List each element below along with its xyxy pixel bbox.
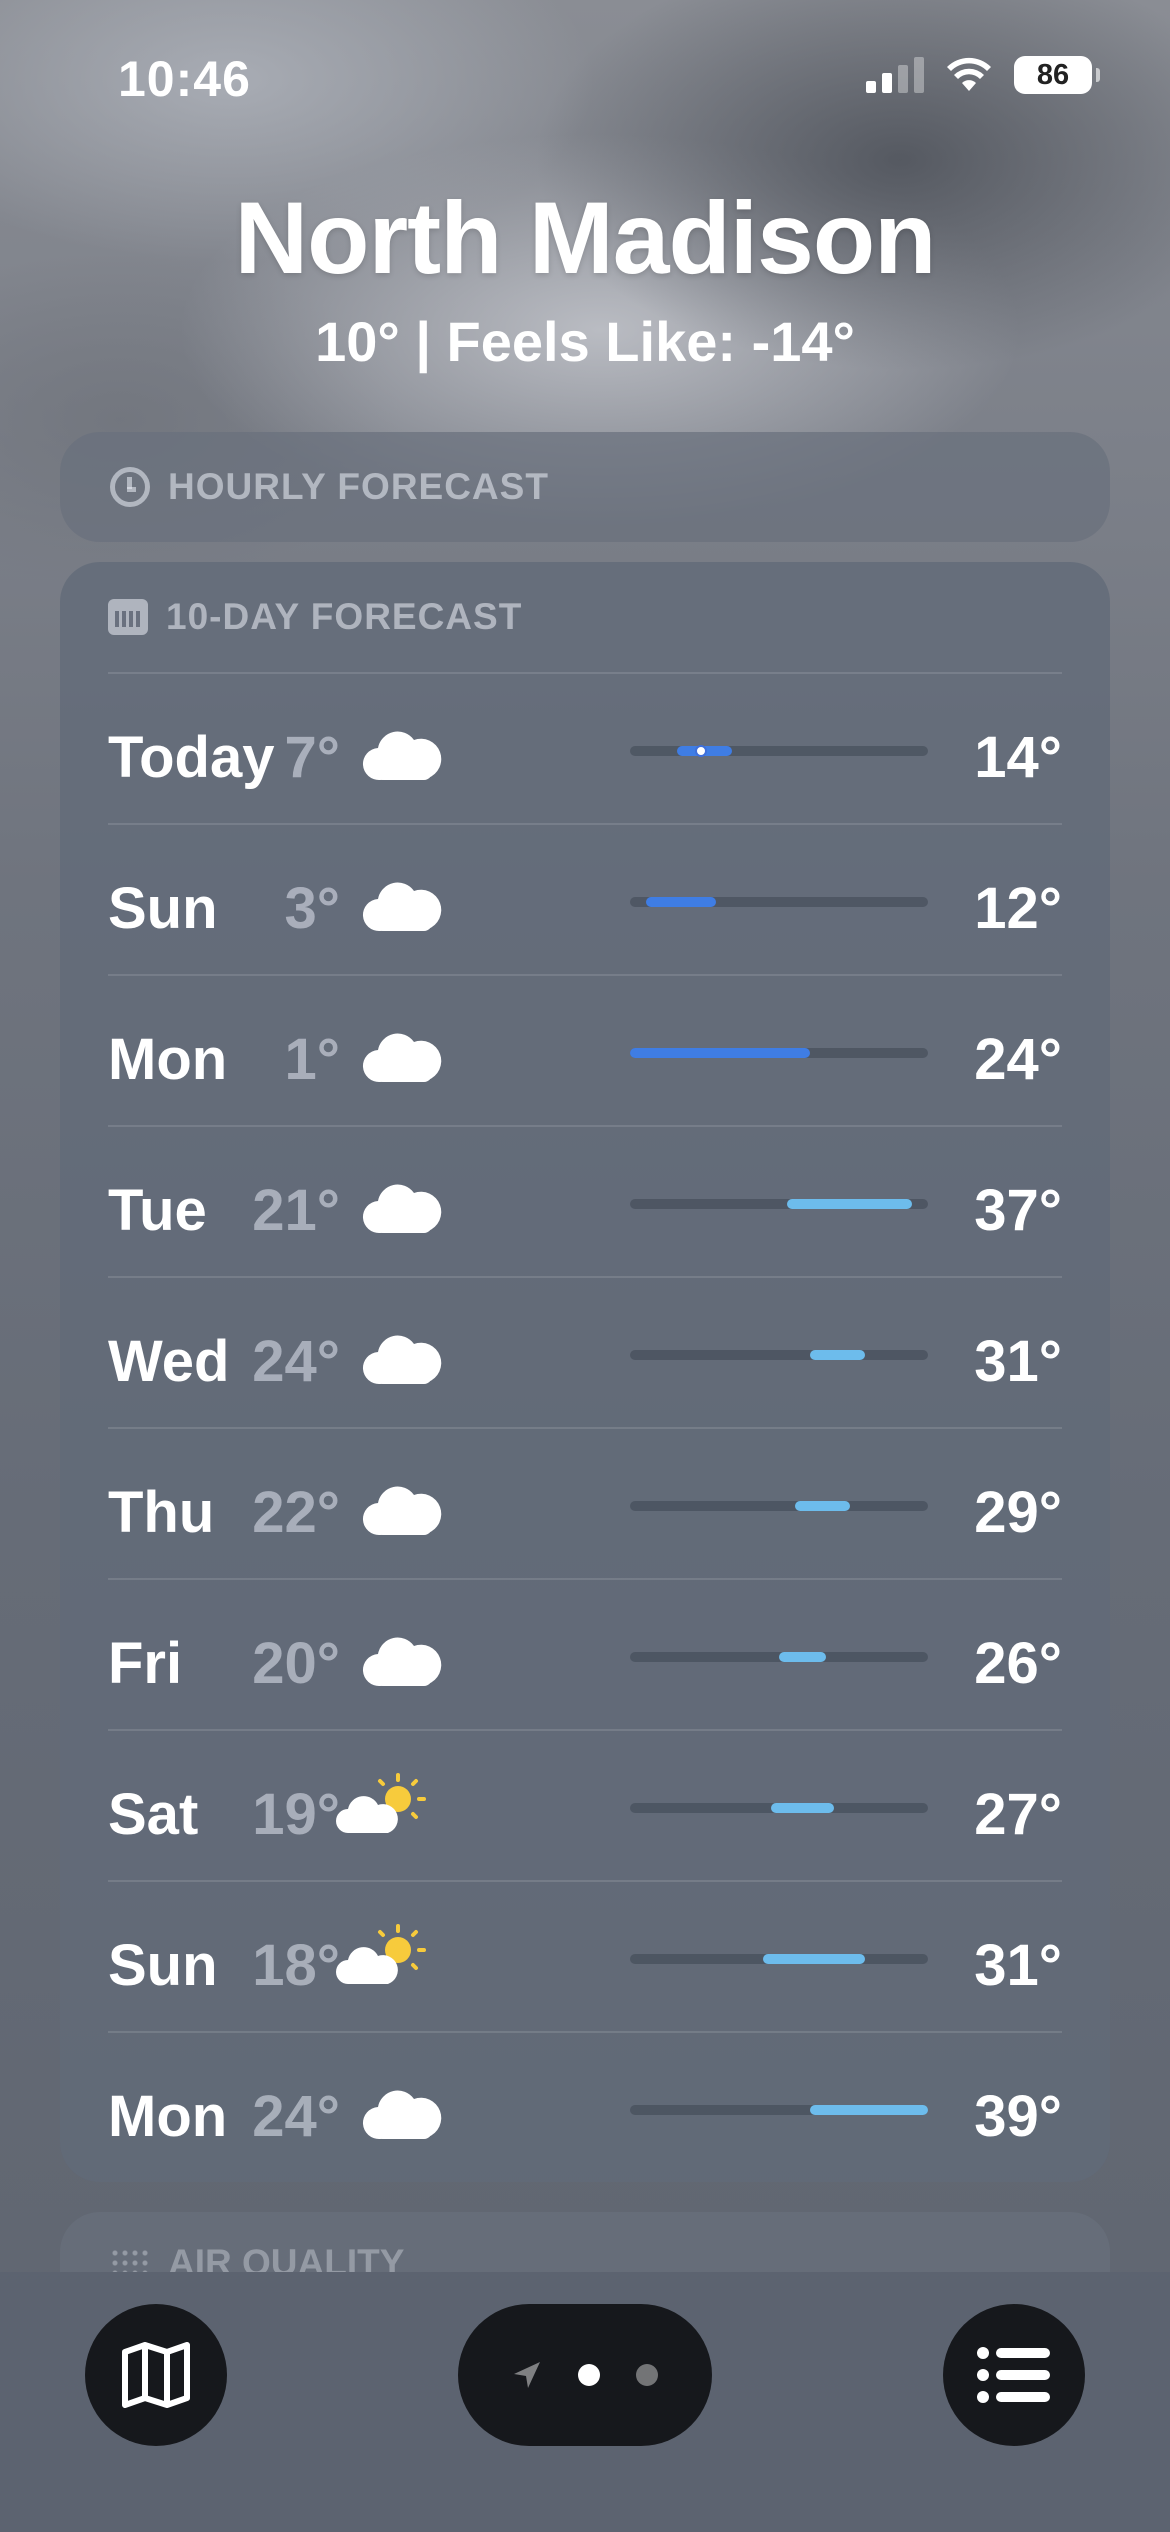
day-name: Thu bbox=[108, 1480, 215, 1545]
forecast-day-row[interactable]: Today 7° 14° bbox=[108, 674, 1062, 825]
temperature-range-fill bbox=[630, 1048, 811, 1058]
hourly-forecast-card[interactable]: HOURLY FORECAST bbox=[60, 432, 1110, 542]
low-temperature: 18° bbox=[252, 1933, 340, 1998]
high-temperature: 12° bbox=[974, 876, 1062, 941]
battery-icon: 86 bbox=[1014, 56, 1100, 94]
day-name: Fri bbox=[108, 1631, 183, 1696]
list-icon bbox=[977, 2347, 1050, 2403]
day-name: Sun bbox=[108, 876, 218, 941]
day-name: Mon bbox=[108, 1027, 228, 1092]
city-name: North Madison bbox=[234, 181, 937, 295]
ten-day-forecast-header: 10-DAY FORECAST bbox=[108, 562, 1062, 674]
low-temperature: 20° bbox=[252, 1631, 340, 1696]
status-icons: 86 bbox=[866, 56, 1100, 94]
page-dot-active bbox=[578, 2364, 600, 2386]
forecast-day-row[interactable]: Thu 22° 29° bbox=[108, 1429, 1062, 1580]
hourly-forecast-header: HOURLY FORECAST bbox=[110, 466, 549, 508]
partly-sunny-icon bbox=[336, 1924, 432, 1984]
temperature-range-fill bbox=[810, 2105, 928, 2115]
day-name: Sat bbox=[108, 1782, 199, 1847]
high-temperature: 37° bbox=[974, 1178, 1062, 1243]
forecast-day-row[interactable]: Sat 19° 27° bbox=[108, 1731, 1062, 1882]
day-name: Wed bbox=[108, 1329, 230, 1394]
high-temperature: 31° bbox=[974, 1329, 1062, 1394]
temperature-range-bar bbox=[630, 1652, 928, 1662]
high-temperature: 14° bbox=[974, 725, 1062, 790]
cloud-icon bbox=[362, 1332, 458, 1392]
day-list: Today 7° 14° Sun 3° 12° Mon 1° 24° Tue 21° 37° Wed 24… bbox=[108, 674, 1062, 2184]
clock-icon bbox=[110, 467, 150, 507]
high-temperature: 26° bbox=[974, 1631, 1062, 1696]
forecast-day-row[interactable]: Sun 3° 12° bbox=[108, 825, 1062, 976]
temperature-range-bar bbox=[630, 1199, 928, 1209]
cloud-icon bbox=[362, 1181, 458, 1241]
partly-sunny-icon bbox=[336, 1773, 432, 1833]
day-name: Today bbox=[108, 725, 275, 790]
low-temperature: 24° bbox=[252, 1329, 340, 1394]
cloud-icon bbox=[362, 1483, 458, 1543]
cloud-icon bbox=[362, 2087, 458, 2147]
temperature-range-fill bbox=[794, 1501, 850, 1511]
forecast-day-row[interactable]: Sun 18° 31° bbox=[108, 1882, 1062, 2033]
temperature-range-fill bbox=[786, 1199, 913, 1209]
ten-day-label-group: 10-DAY FORECAST bbox=[108, 596, 522, 638]
low-temperature: 21° bbox=[252, 1178, 340, 1243]
status-time: 10:46 bbox=[118, 51, 251, 107]
high-temperature: 27° bbox=[974, 1782, 1062, 1847]
cloud-icon bbox=[362, 728, 458, 788]
ten-day-forecast-label: 10-DAY FORECAST bbox=[166, 596, 523, 637]
forecast-day-row[interactable]: Mon 24° 39° bbox=[108, 2033, 1062, 2184]
temperature-range-bar bbox=[630, 897, 928, 907]
temperature-range-bar bbox=[630, 1501, 928, 1511]
map-icon bbox=[122, 2342, 190, 2408]
temperature-range-fill bbox=[645, 897, 717, 907]
current-temperature-dot bbox=[694, 745, 707, 757]
cellular-signal-icon bbox=[866, 57, 924, 93]
day-name: Tue bbox=[108, 1178, 207, 1243]
low-temperature: 3° bbox=[284, 876, 340, 941]
current-temperature: 10° | Feels Like: -14° bbox=[315, 310, 855, 373]
forecast-day-row[interactable]: Wed 24° 31° bbox=[108, 1278, 1062, 1429]
day-name: Sun bbox=[108, 1933, 218, 1998]
forecast-day-row[interactable]: Tue 21° 37° bbox=[108, 1127, 1062, 1278]
high-temperature: 31° bbox=[974, 1933, 1062, 1998]
high-temperature: 24° bbox=[974, 1027, 1062, 1092]
temperature-range-fill bbox=[771, 1803, 834, 1813]
cloud-icon bbox=[362, 1634, 458, 1694]
day-name: Mon bbox=[108, 2084, 228, 2149]
temperature-range-fill bbox=[779, 1652, 827, 1662]
forecast-day-row[interactable]: Mon 1° 24° bbox=[108, 976, 1062, 1127]
cloud-icon bbox=[362, 879, 458, 939]
high-temperature: 39° bbox=[974, 2084, 1062, 2149]
temperature-range-bar bbox=[630, 2105, 928, 2115]
hourly-forecast-label: HOURLY FORECAST bbox=[168, 466, 549, 507]
temperature-range-fill bbox=[810, 1350, 866, 1360]
low-temperature: 19° bbox=[252, 1782, 340, 1847]
page-indicator[interactable] bbox=[458, 2304, 712, 2446]
calendar-icon bbox=[108, 599, 148, 635]
temperature-range-bar bbox=[630, 1954, 928, 1964]
ten-day-forecast-card[interactable]: 10-DAY FORECAST Today 7° 14° Sun 3° 12° Mon 1° 2… bbox=[60, 562, 1110, 2182]
location-list-button[interactable] bbox=[943, 2304, 1085, 2446]
temperature-range-bar bbox=[630, 1350, 928, 1360]
page-dot bbox=[636, 2364, 658, 2386]
low-temperature: 24° bbox=[252, 2084, 340, 2149]
low-temperature: 22° bbox=[252, 1480, 340, 1545]
temperature-range-bar bbox=[630, 1803, 928, 1813]
temperature-range-fill bbox=[763, 1954, 866, 1964]
low-temperature: 7° bbox=[284, 725, 340, 790]
location-arrow-icon bbox=[514, 2362, 540, 2388]
cloud-icon bbox=[362, 1030, 458, 1090]
forecast-day-row[interactable]: Fri 20° 26° bbox=[108, 1580, 1062, 1731]
wifi-icon bbox=[947, 57, 991, 91]
location-header: North Madison 10° | Feels Like: -14° bbox=[0, 180, 1170, 374]
map-button[interactable] bbox=[85, 2304, 227, 2446]
status-bar: 10:46 86 bbox=[0, 0, 1170, 150]
temperature-range-bar bbox=[630, 745, 928, 757]
temperature-range-bar bbox=[630, 1048, 928, 1058]
high-temperature: 29° bbox=[974, 1480, 1062, 1545]
low-temperature: 1° bbox=[284, 1027, 340, 1092]
